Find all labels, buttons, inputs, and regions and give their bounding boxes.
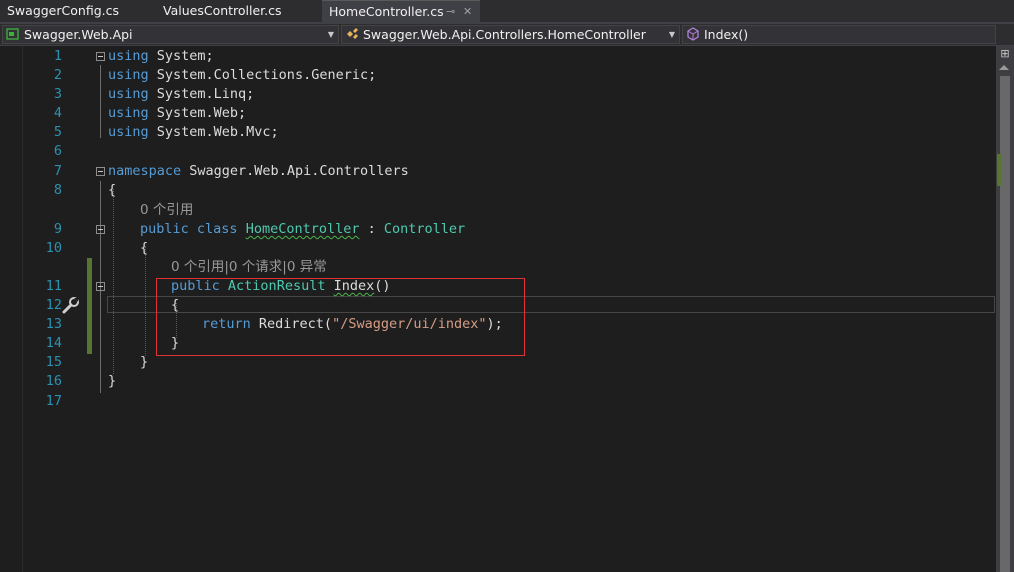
line-number: 4 [53, 105, 62, 121]
code-line: 5 using System.Web.Mvc; [0, 123, 996, 142]
project-dropdown[interactable]: Swagger.Web.Api ▼ [2, 25, 339, 44]
tab-label: ValuesController.cs [163, 3, 282, 18]
annotation-highlight-box [156, 278, 525, 356]
code-line: 9 public class HomeController : Controll… [0, 220, 996, 239]
line-number: 12 [45, 297, 62, 313]
collapse-toggle[interactable] [96, 225, 105, 234]
base-class-name: Controller [383, 221, 466, 237]
line-number: 16 [45, 373, 62, 389]
code-text: System; [148, 48, 214, 64]
code-line: 10 { [0, 239, 996, 258]
code-text: System.Web; [148, 105, 247, 121]
tab-swaggerconfig[interactable]: SwaggerConfig.cs [0, 0, 160, 22]
code-text: : [359, 221, 384, 237]
code-editor[interactable]: 1 using System; 2 using System.Collectio… [0, 46, 1014, 572]
member-dropdown[interactable]: Index() [682, 25, 996, 44]
class-icon [347, 28, 358, 39]
keyword: using [108, 48, 149, 64]
navigation-bar: Swagger.Web.Api ▼ Swagger.Web.Api.Contro… [0, 24, 1014, 46]
keyword: using [108, 105, 149, 121]
member-name: Index() [704, 27, 749, 42]
line-number: 5 [53, 124, 62, 140]
tab-label: HomeController.cs [329, 4, 444, 19]
collapse-toggle[interactable] [96, 167, 105, 176]
code-line: 6 [0, 142, 996, 161]
tab-homecontroller[interactable]: HomeController.cs ⊸ ✕ [322, 0, 480, 22]
close-tab-icon[interactable]: ✕ [463, 1, 472, 23]
code-text: } [140, 354, 149, 370]
scroll-up-icon[interactable] [999, 65, 1009, 70]
line-number: 6 [53, 143, 62, 159]
csharp-project-icon [6, 28, 19, 40]
code-line: 16 } [0, 372, 996, 391]
line-number: 17 [45, 393, 62, 409]
scroll-thumb[interactable] [1000, 76, 1010, 572]
keyword: using [108, 67, 149, 83]
code-text: { [140, 240, 149, 256]
collapse-toggle[interactable] [96, 282, 105, 291]
code-area[interactable]: 1 using System; 2 using System.Collectio… [0, 46, 996, 572]
tab-valuescontroller[interactable]: ValuesController.cs [156, 0, 322, 22]
tab-label: SwaggerConfig.cs [7, 3, 119, 18]
line-number: 8 [53, 182, 62, 198]
line-number: 2 [53, 67, 62, 83]
codelens-references[interactable]: 0 个引用|0 个请求|0 异常 [171, 258, 327, 277]
line-number: 10 [45, 240, 62, 256]
line-number: 7 [53, 163, 62, 179]
class-name: HomeController [245, 221, 360, 237]
keyword: using [108, 124, 149, 140]
code-line: 7 namespace Swagger.Web.Api.Controllers [0, 162, 996, 181]
collapse-toggle[interactable] [96, 52, 105, 61]
split-icon[interactable]: ⊞ [997, 48, 1013, 62]
code-line: 3 using System.Linq; [0, 85, 996, 104]
pin-icon[interactable]: ⊸ [446, 1, 455, 23]
code-line: 1 using System; [0, 47, 996, 66]
line-number: 1 [53, 48, 62, 64]
code-line: 2 using System.Collections.Generic; [0, 66, 996, 85]
type-name: Swagger.Web.Api.Controllers.HomeControll… [363, 27, 646, 42]
code-line: 8 { [0, 181, 996, 200]
keyword: using [108, 86, 149, 102]
line-number: 11 [45, 278, 62, 294]
codelens-line: 0 个引用|0 个请求|0 异常 [0, 258, 996, 277]
line-number: 3 [53, 86, 62, 102]
code-text: { [108, 182, 117, 198]
change-overview-marker [997, 154, 1001, 186]
code-text: System.Collections.Generic; [148, 67, 377, 83]
code-line: 4 using System.Web; [0, 104, 996, 123]
project-name: Swagger.Web.Api [24, 27, 133, 42]
wrench-icon[interactable] [61, 295, 81, 315]
type-dropdown[interactable]: Swagger.Web.Api.Controllers.HomeControll… [341, 25, 680, 44]
code-text: Swagger.Web.Api.Controllers [181, 163, 409, 179]
codelens-line: 0 个引用 [0, 201, 996, 220]
line-number: 15 [45, 354, 62, 370]
keyword: public class [140, 221, 238, 237]
line-number: 9 [53, 221, 62, 237]
method-icon [687, 27, 699, 41]
chevron-down-icon: ▼ [668, 30, 675, 39]
line-number: 14 [45, 335, 62, 351]
code-text: System.Web.Mvc; [148, 124, 279, 140]
code-line: 17 [0, 392, 996, 411]
vertical-scrollbar[interactable]: ⊞ [996, 46, 1014, 572]
code-text: } [108, 373, 117, 389]
code-text: System.Linq; [148, 86, 255, 102]
keyword: namespace [108, 163, 182, 179]
chevron-down-icon: ▼ [327, 30, 334, 39]
codelens-references[interactable]: 0 个引用 [140, 201, 193, 220]
document-tab-strip: SwaggerConfig.cs ValuesController.cs Hom… [0, 0, 1014, 24]
line-number: 13 [45, 316, 62, 332]
